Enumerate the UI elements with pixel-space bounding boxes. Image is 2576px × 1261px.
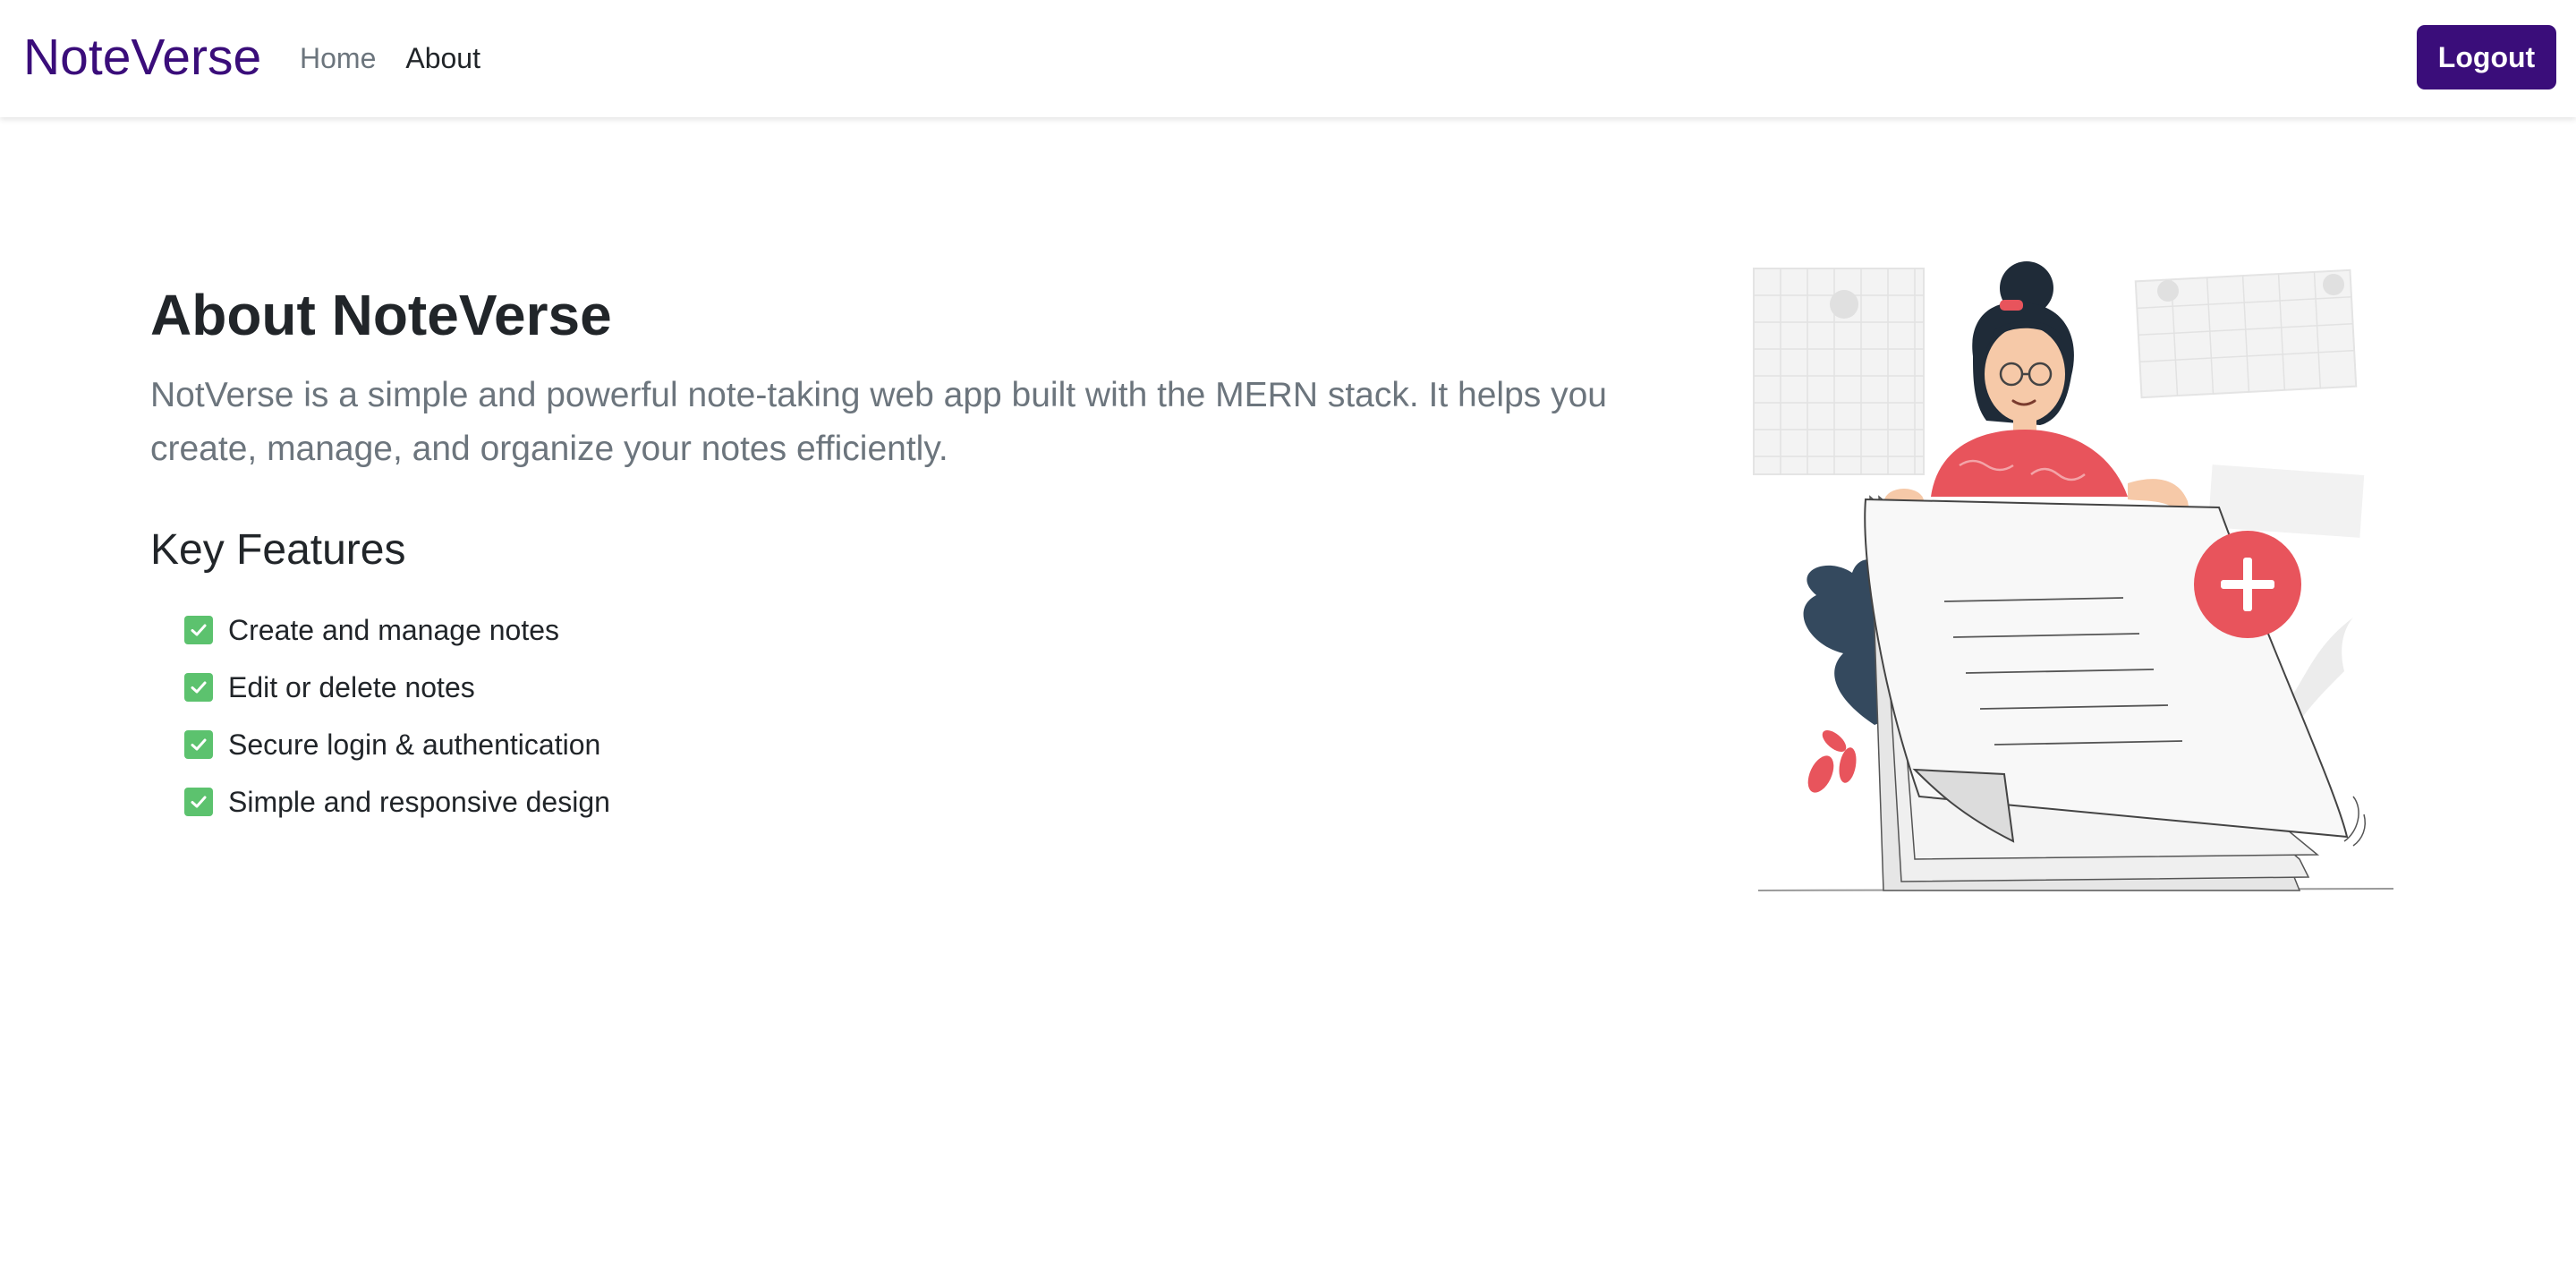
- list-item: Edit or delete notes: [184, 659, 1618, 716]
- list-item: Secure login & authentication: [184, 716, 1618, 773]
- features-heading: Key Features: [150, 526, 406, 574]
- checkbox-checked-icon: [184, 788, 213, 816]
- feature-label: Secure login & authentication: [228, 728, 601, 761]
- feature-label: Simple and responsive design: [228, 785, 610, 818]
- list-item: Create and manage notes: [184, 601, 1618, 659]
- nav-links: Home About: [300, 38, 480, 79]
- checkbox-checked-icon: [184, 730, 213, 759]
- page-description: NotVerse is a simple and powerful note-t…: [150, 376, 1607, 468]
- feature-label: Create and manage notes: [228, 613, 560, 646]
- list-item: Simple and responsive design: [184, 773, 1618, 831]
- logout-button[interactable]: Logout: [2417, 25, 2556, 89]
- navbar: NoteVerse Home About Logout: [0, 0, 2576, 117]
- nav-link-about[interactable]: About: [405, 38, 480, 79]
- feature-label: Edit or delete notes: [228, 670, 475, 703]
- checkbox-checked-icon: [184, 616, 213, 644]
- woman-holding-note-illustration: [1727, 251, 2398, 904]
- page-title: About NoteVerse: [150, 283, 612, 347]
- plus-circle-icon: [2194, 531, 2301, 638]
- about-section: About NoteVerse NotVerse is a simple and…: [150, 277, 1618, 831]
- feature-list: Create and manage notes Edit or delete n…: [184, 601, 1618, 831]
- brand-logo[interactable]: NoteVerse: [23, 25, 261, 89]
- checkbox-checked-icon: [184, 673, 213, 702]
- nav-link-home[interactable]: Home: [300, 38, 376, 79]
- grid-paper-icon: [2134, 268, 2358, 399]
- grid-paper-icon: [1753, 268, 1925, 475]
